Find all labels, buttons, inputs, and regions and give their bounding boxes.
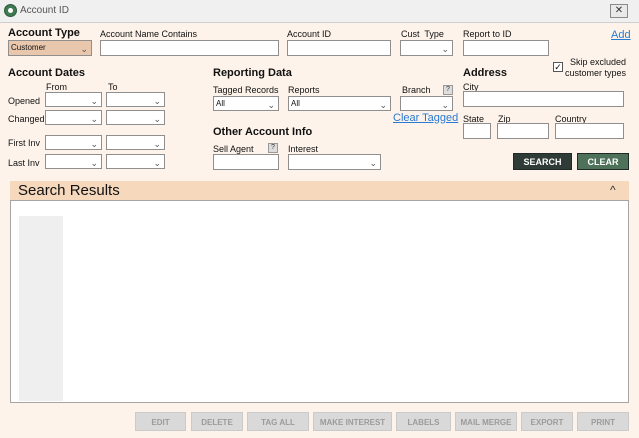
opened-from-select[interactable]: ⌄ [45, 92, 102, 107]
account-name-label: Account Name Contains [100, 29, 198, 39]
clear-tagged-link[interactable]: Clear Tagged [393, 112, 458, 124]
reports-select[interactable]: All ⌄ [288, 96, 391, 111]
tagged-records-select[interactable]: All ⌄ [213, 96, 279, 111]
chevron-down-icon: ⌄ [441, 100, 449, 110]
reporting-data-heading: Reporting Data [213, 67, 292, 79]
chevron-down-icon: ⌄ [153, 158, 161, 168]
chevron-down-icon: ⌄ [153, 139, 161, 149]
branch-help-icon[interactable]: ? [443, 85, 453, 95]
chevron-down-icon: ⌄ [267, 100, 275, 110]
cust-type-label: Cust Type [401, 29, 444, 39]
account-name-input[interactable] [100, 40, 279, 56]
skip-excluded-label-line1: Skip excluded [570, 57, 627, 67]
chevron-down-icon: ⌄ [90, 96, 98, 106]
changed-from-select[interactable]: ⌄ [45, 110, 102, 125]
chevron-down-icon: ⌄ [153, 96, 161, 106]
branch-label: Branch [402, 85, 431, 95]
search-button[interactable]: SEARCH [513, 153, 572, 170]
reports-label: Reports [288, 85, 320, 95]
changed-to-select[interactable]: ⌄ [106, 110, 165, 125]
tagged-records-label: Tagged Records [213, 85, 279, 95]
account-id-label: Account ID [287, 29, 332, 39]
account-type-select[interactable]: Customer ⌄ [8, 40, 92, 56]
sell-agent-label: Sell Agent [213, 144, 254, 154]
account-type-heading: Account Type [8, 27, 80, 39]
mail-merge-button[interactable]: MAIL MERGE [455, 412, 517, 431]
title-bar [0, 0, 639, 23]
last-inv-to-select[interactable]: ⌄ [106, 154, 165, 169]
branch-select[interactable]: ⌄ [400, 96, 453, 111]
make-interest-button[interactable]: MAKE INTEREST [313, 412, 392, 431]
reports-selected: All [291, 99, 300, 108]
first-inv-label: First Inv [8, 138, 41, 148]
results-row-gutter [19, 216, 63, 401]
chevron-down-icon: ⌄ [90, 139, 98, 149]
search-results-header: Search Results ^ [10, 181, 629, 200]
app-globe-icon [4, 4, 17, 17]
country-input[interactable] [555, 123, 624, 139]
cust-type-select[interactable]: ⌄ [400, 40, 453, 56]
window-title: Account ID [20, 5, 69, 16]
skip-excluded-label-line2: customer types [565, 68, 627, 78]
chevron-down-icon: ⌄ [90, 114, 98, 124]
chevron-down-icon: ⌄ [90, 158, 98, 168]
zip-input[interactable] [497, 123, 549, 139]
add-link[interactable]: Add [611, 29, 631, 41]
state-input[interactable] [463, 123, 491, 139]
sell-agent-input[interactable] [213, 154, 279, 170]
account-id-input[interactable] [287, 40, 391, 56]
tag-all-button[interactable]: TAG ALL [247, 412, 309, 431]
first-inv-from-select[interactable]: ⌄ [45, 135, 102, 150]
search-results-title: Search Results [18, 182, 120, 199]
from-label: From [46, 82, 67, 92]
clear-button[interactable]: CLEAR [577, 153, 629, 170]
account-dates-heading: Account Dates [8, 67, 86, 79]
opened-to-select[interactable]: ⌄ [106, 92, 165, 107]
address-heading: Address [463, 67, 508, 79]
interest-select[interactable]: ⌄ [288, 154, 381, 170]
labels-button[interactable]: LABELS [396, 412, 451, 431]
skip-excluded-checkbox[interactable]: ✓ [553, 62, 563, 72]
edit-button[interactable]: EDIT [135, 412, 186, 431]
chevron-down-icon: ⌄ [441, 44, 449, 54]
other-account-info-heading: Other Account Info [213, 126, 313, 138]
changed-label: Changed [8, 114, 45, 124]
search-results-grid[interactable] [10, 200, 629, 403]
chevron-down-icon: ⌄ [153, 114, 161, 124]
delete-button[interactable]: DELETE [191, 412, 243, 431]
opened-label: Opened [8, 96, 41, 106]
report-to-id-input[interactable] [463, 40, 549, 56]
print-button[interactable]: PRINT [577, 412, 629, 431]
interest-label: Interest [288, 144, 319, 154]
city-input[interactable] [463, 91, 624, 107]
chevron-down-icon: ⌄ [379, 100, 387, 110]
collapse-caret-icon[interactable]: ^ [610, 183, 616, 197]
close-button[interactable]: ✕ [610, 4, 628, 18]
chevron-down-icon: ⌄ [80, 44, 88, 54]
to-label: To [108, 82, 118, 92]
export-button[interactable]: EXPORT [521, 412, 573, 431]
sell-agent-help-icon[interactable]: ? [268, 143, 278, 153]
last-inv-from-select[interactable]: ⌄ [45, 154, 102, 169]
account-type-selected: Customer [11, 43, 46, 52]
first-inv-to-select[interactable]: ⌄ [106, 135, 165, 150]
chevron-down-icon: ⌄ [369, 158, 377, 168]
report-to-id-label: Report to ID [463, 29, 512, 39]
tagged-records-selected: All [216, 99, 225, 108]
last-inv-label: Last Inv [8, 158, 40, 168]
